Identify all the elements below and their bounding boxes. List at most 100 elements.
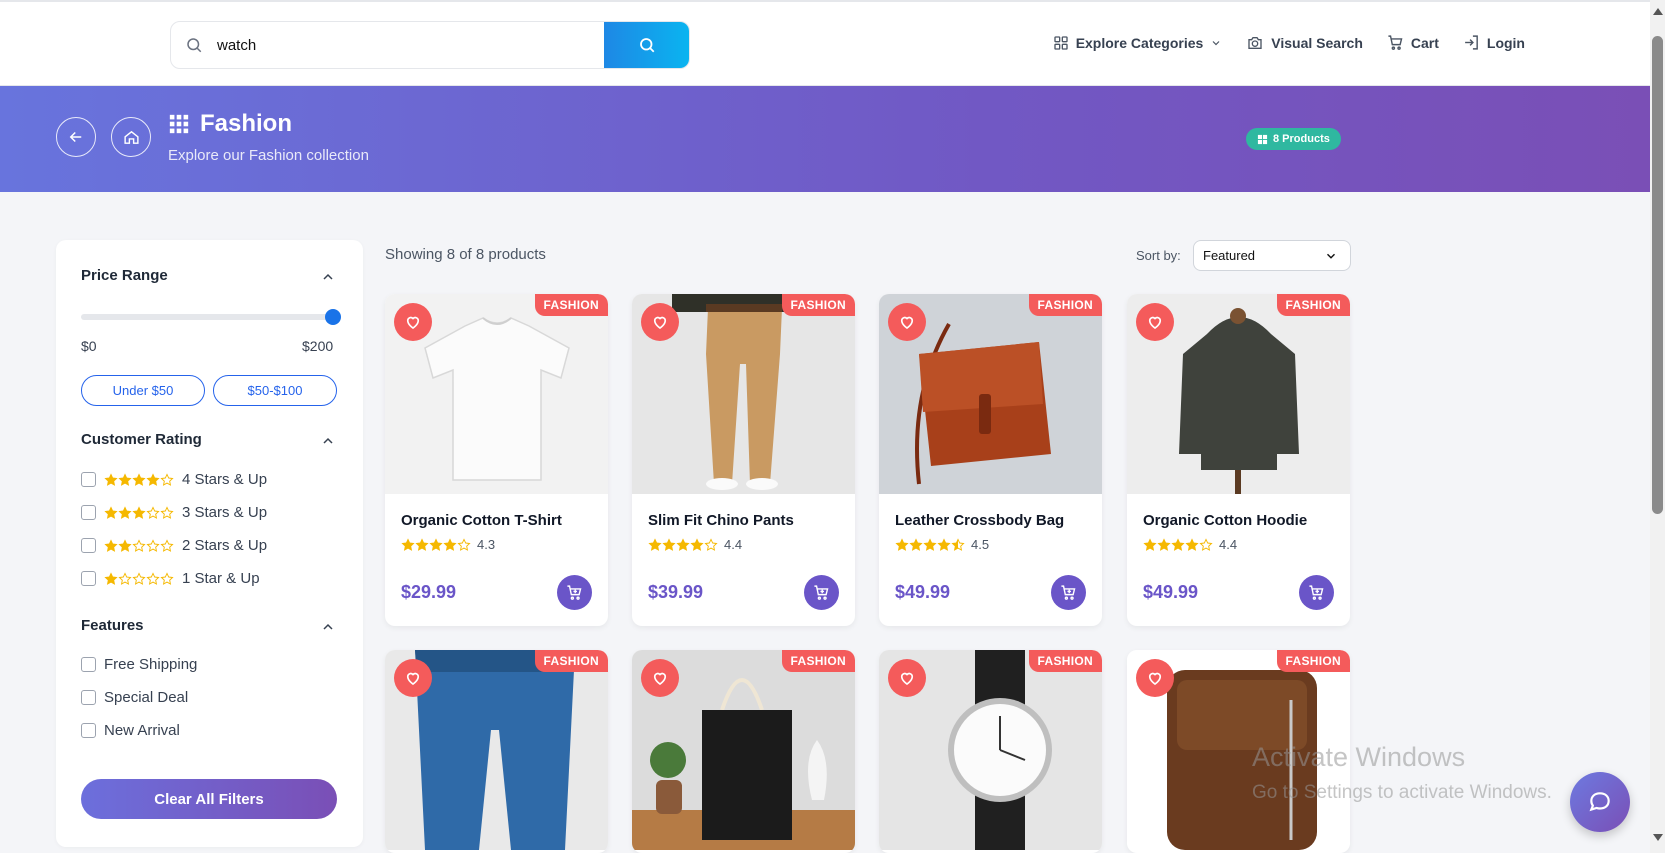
sort-label: Sort by:: [1136, 248, 1181, 263]
product-price: $39.99: [648, 582, 704, 602]
star-icon: [1157, 537, 1171, 551]
scrollbar-thumb[interactable]: [1652, 36, 1663, 514]
feature-special-deal[interactable]: Special Deal: [81, 689, 188, 706]
wishlist-button[interactable]: [394, 659, 432, 697]
chevron-up-icon[interactable]: [320, 619, 336, 635]
checkbox[interactable]: [81, 538, 96, 553]
chevron-down-icon: [1327, 253, 1335, 259]
product-card[interactable]: FASHION Slim Fit Chino Pants 4.4 $39.99: [632, 294, 855, 626]
product-name[interactable]: Organic Cotton T-Shirt: [401, 512, 562, 529]
product-name[interactable]: Slim Fit Chino Pants: [648, 512, 794, 529]
chevron-up-icon[interactable]: [320, 269, 336, 285]
cart-plus-icon: [1309, 585, 1324, 600]
rating-option-1[interactable]: 1 Star & Up: [81, 570, 260, 587]
star-icon: [104, 538, 118, 552]
product-card[interactable]: FASHION Organic Cotton T-Shirt 4.3 $29.9…: [385, 294, 608, 626]
wishlist-button[interactable]: [888, 659, 926, 697]
login-icon: [1465, 35, 1478, 50]
price-slider-thumb[interactable]: [325, 309, 341, 325]
star-icon: [457, 537, 471, 551]
clear-filters-button[interactable]: Clear All Filters: [81, 779, 337, 819]
feature-new-arrival[interactable]: New Arrival: [81, 722, 180, 739]
rating-option-4[interactable]: 4 Stars & Up: [81, 471, 267, 488]
page-title: Fashion: [168, 110, 292, 138]
star-icon: [132, 571, 146, 585]
scroll-up-arrow-icon[interactable]: [1653, 8, 1663, 15]
star-icon: [104, 505, 118, 519]
checkbox[interactable]: [81, 571, 96, 586]
search-input[interactable]: [217, 22, 604, 68]
star-icon: [443, 537, 457, 551]
star-icon: [104, 571, 118, 585]
visual-search-link[interactable]: Visual Search: [1246, 35, 1363, 51]
features-title: Features: [81, 617, 144, 634]
heart-icon: [1148, 672, 1162, 685]
feature-free-shipping[interactable]: Free Shipping: [81, 656, 197, 673]
add-to-cart-button[interactable]: [804, 575, 839, 610]
product-count-badge: 8 Products: [1246, 128, 1341, 150]
product-card[interactable]: FASHION Organic Cotton Hoodie 4.4 $49.99: [1127, 294, 1350, 626]
star-icon: [118, 505, 132, 519]
product-card[interactable]: FASHION: [879, 650, 1102, 853]
star-icon: [104, 472, 118, 486]
rating-option-3[interactable]: 3 Stars & Up: [81, 504, 267, 521]
add-to-cart-button[interactable]: [1051, 575, 1086, 610]
feature-label: Special Deal: [104, 689, 189, 706]
page-scrollbar[interactable]: [1650, 0, 1665, 853]
star-icon: [648, 537, 662, 551]
star-icon: [909, 537, 923, 551]
top-bar: Explore Categories Visual Search Cart Lo…: [0, 0, 1650, 86]
star-rating-icon: [104, 472, 174, 487]
wishlist-button[interactable]: [1136, 303, 1174, 341]
chat-button[interactable]: [1570, 772, 1630, 832]
search-button[interactable]: [604, 22, 689, 68]
price-slider-track[interactable]: [81, 314, 333, 320]
login-link[interactable]: Login: [1463, 34, 1525, 51]
product-card[interactable]: FASHION: [632, 650, 855, 853]
category-tag: FASHION: [1276, 294, 1350, 316]
checkbox[interactable]: [81, 690, 96, 705]
price-range-title: Price Range: [81, 267, 168, 284]
checkbox[interactable]: [81, 505, 96, 520]
category-tag: FASHION: [1028, 650, 1102, 672]
star-icon: [676, 537, 690, 551]
chevron-down-icon: [1212, 40, 1220, 45]
product-price: $29.99: [401, 582, 457, 602]
home-button[interactable]: [111, 117, 151, 157]
checkbox[interactable]: [81, 723, 96, 738]
price-chip-50-100[interactable]: $50-$100: [213, 375, 337, 406]
product-card[interactable]: FASHION: [385, 650, 608, 853]
product-name[interactable]: Leather Crossbody Bag: [895, 512, 1064, 529]
page-subtitle: Explore our Fashion collection: [168, 147, 369, 164]
scroll-down-arrow-icon[interactable]: [1653, 834, 1663, 841]
wishlist-button[interactable]: [641, 303, 679, 341]
explore-categories-menu[interactable]: Explore Categories: [1053, 35, 1223, 51]
add-to-cart-button[interactable]: [557, 575, 592, 610]
rating-value: 4.4: [1219, 537, 1238, 552]
rating-value: 4.5: [971, 537, 990, 552]
star-icon: [415, 537, 429, 551]
product-card[interactable]: FASHION Leather Crossbody Bag 4.5 $49.99: [879, 294, 1102, 626]
star-icon: [132, 505, 146, 519]
price-min-label: $0: [81, 338, 97, 354]
star-icon: [429, 537, 443, 551]
rating-option-2[interactable]: 2 Stars & Up: [81, 537, 267, 554]
sort-select[interactable]: Featured: [1193, 240, 1351, 271]
wishlist-button[interactable]: [641, 659, 679, 697]
star-icon: [937, 537, 951, 551]
product-name[interactable]: Organic Cotton Hoodie: [1143, 512, 1307, 529]
wishlist-button[interactable]: [1136, 659, 1174, 697]
back-button[interactable]: [56, 117, 96, 157]
chevron-up-icon[interactable]: [320, 433, 336, 449]
wishlist-button[interactable]: [888, 303, 926, 341]
price-chip-under-50[interactable]: Under $50: [81, 375, 205, 406]
activation-watermark-subtitle: Go to Settings to activate Windows.: [1252, 782, 1552, 803]
checkbox[interactable]: [81, 657, 96, 672]
wishlist-button[interactable]: [394, 303, 432, 341]
star-icon: [118, 472, 132, 486]
category-banner: Fashion Explore our Fashion collection 8…: [0, 86, 1650, 192]
cart-link[interactable]: Cart: [1387, 34, 1439, 51]
checkbox[interactable]: [81, 472, 96, 487]
heart-icon: [1148, 316, 1162, 329]
add-to-cart-button[interactable]: [1299, 575, 1334, 610]
